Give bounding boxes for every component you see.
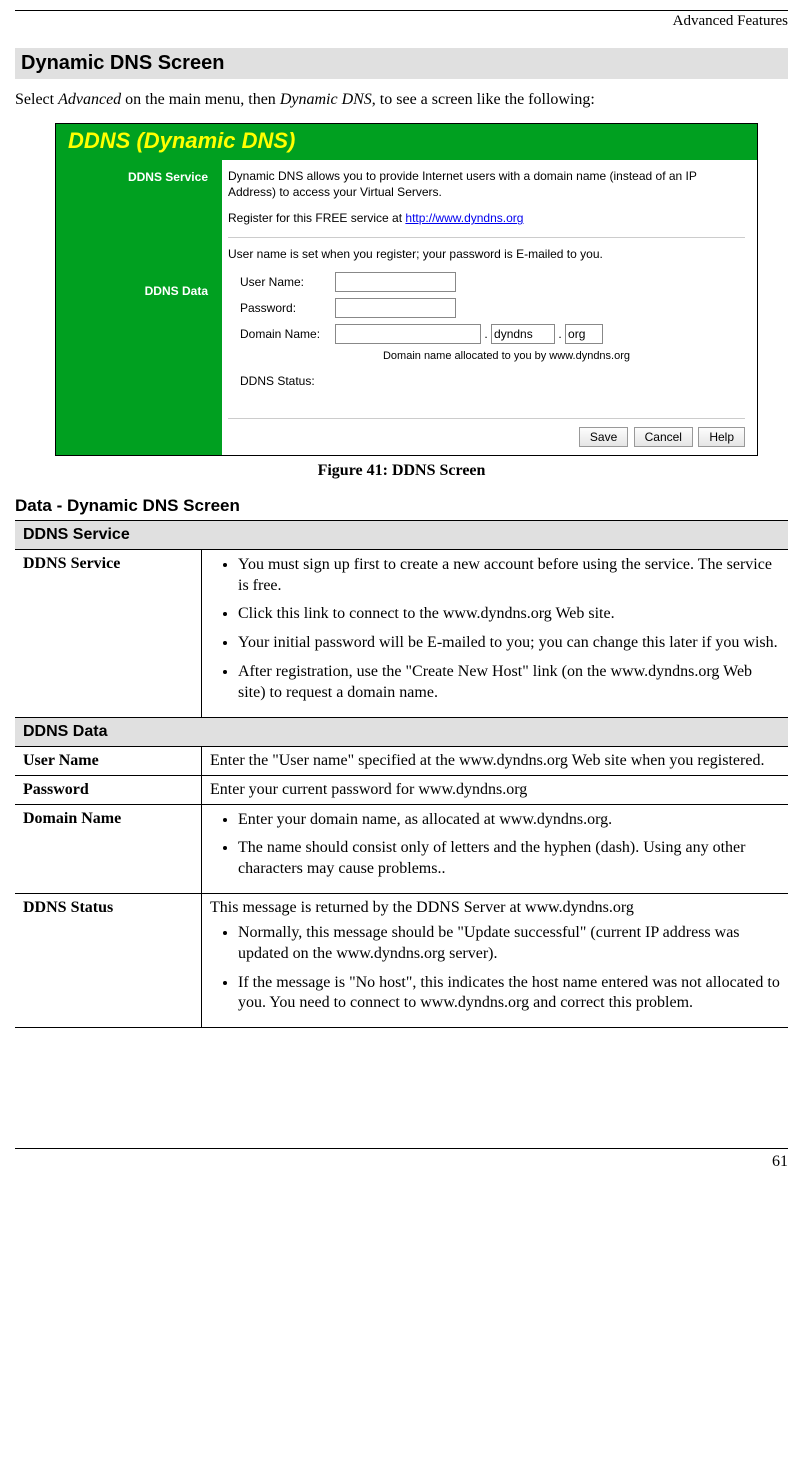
dot1: . [481, 327, 491, 341]
ddns-screenshot: DDNS (Dynamic DNS) DDNS Service DDNS Dat… [55, 123, 758, 456]
table-header-service: DDNS Service [15, 520, 788, 549]
screenshot-panel: Dynamic DNS allows you to provide Intern… [222, 160, 757, 455]
screenshot-sidebar: DDNS Service DDNS Data [56, 160, 222, 455]
intro-post: , to see a screen like the following: [372, 91, 595, 108]
page-number: 61 [772, 1153, 788, 1170]
cell-label-username: User Name [15, 746, 202, 775]
cell-label-status: DDNS Status [15, 893, 202, 1027]
table-header-data: DDNS Data [15, 717, 788, 746]
intro-em2: Dynamic DNS [280, 91, 372, 108]
bullet-r1-3: Your initial password will be E-mailed t… [238, 633, 780, 654]
bullet-r1-2: Click this link to connect to the www.dy… [238, 604, 780, 625]
cell-content-status: This message is returned by the DDNS Ser… [202, 893, 789, 1027]
desc-line-2-pre: Register for this FREE service at [228, 211, 405, 225]
domain-input-2[interactable] [491, 324, 555, 344]
label-password: Password: [240, 301, 335, 315]
dyndns-link[interactable]: http://www.dyndns.org [405, 211, 523, 225]
screenshot-titlebar: DDNS (Dynamic DNS) [56, 124, 757, 160]
data-table: DDNS Service DDNS Service You must sign … [15, 520, 788, 1028]
chapter-title: Advanced Features [673, 13, 788, 29]
divider [228, 237, 745, 238]
intro-paragraph: Select Advanced on the main menu, then D… [15, 91, 788, 109]
domain-caption: Domain name allocated to you by www.dynd… [228, 350, 745, 362]
intro-pre: Select [15, 91, 58, 108]
desc-line-2: Register for this FREE service at http:/… [228, 210, 745, 226]
cell-content-username: Enter the "User name" specified at the w… [202, 746, 789, 775]
desc-line-3: User name is set when you register; your… [228, 246, 745, 262]
label-domain-name: Domain Name: [240, 327, 335, 341]
password-input[interactable] [335, 298, 456, 318]
cell-label-domain: Domain Name [15, 804, 202, 893]
domain-input-1[interactable] [335, 324, 481, 344]
label-ddns-status: DDNS Status: [240, 374, 335, 388]
bullet-r4-2: The name should consist only of letters … [238, 838, 780, 880]
cell-content-domain: Enter your domain name, as allocated at … [202, 804, 789, 893]
table-row-service: DDNS Service You must sign up first to c… [15, 549, 788, 717]
dot2: . [555, 327, 565, 341]
domain-input-3[interactable] [565, 324, 603, 344]
help-button[interactable]: Help [698, 427, 745, 447]
sidebar-label-service: DDNS Service [56, 170, 214, 184]
cell-content-password: Enter your current password for www.dynd… [202, 775, 789, 804]
subsection-heading: Data - Dynamic DNS Screen [15, 496, 788, 516]
bullet-r5-1: Normally, this message should be "Update… [238, 923, 780, 965]
page-header: Advanced Features [15, 10, 788, 30]
bullet-r5-2: If the message is "No host", this indica… [238, 973, 780, 1015]
section-heading: Dynamic DNS Screen [15, 48, 788, 79]
label-user-name: User Name: [240, 275, 335, 289]
user-name-input[interactable] [335, 272, 456, 292]
bullet-r1-1: You must sign up first to create a new a… [238, 555, 780, 597]
screenshot-title: DDNS (Dynamic DNS) [68, 128, 295, 153]
cell-content-ddns-service: You must sign up first to create a new a… [202, 549, 789, 717]
intro-em1: Advanced [58, 91, 121, 108]
cancel-button[interactable]: Cancel [634, 427, 693, 447]
save-button[interactable]: Save [579, 427, 628, 447]
desc-line-1: Dynamic DNS allows you to provide Intern… [228, 168, 745, 200]
cell-label-ddns-service: DDNS Service [15, 549, 202, 717]
bullet-r4-1: Enter your domain name, as allocated at … [238, 810, 780, 831]
table-row-password: Password Enter your current password for… [15, 775, 788, 804]
bullet-r1-4: After registration, use the "Create New … [238, 662, 780, 704]
table-row-username: User Name Enter the "User name" specifie… [15, 746, 788, 775]
sidebar-label-data: DDNS Data [56, 284, 214, 298]
figure-caption: Figure 41: DDNS Screen [15, 462, 788, 480]
cell-label-password: Password [15, 775, 202, 804]
header-ddns-data: DDNS Data [15, 717, 788, 746]
table-row-domain: Domain Name Enter your domain name, as a… [15, 804, 788, 893]
header-ddns-service: DDNS Service [15, 520, 788, 549]
table-row-status: DDNS Status This message is returned by … [15, 893, 788, 1027]
status-intro: This message is returned by the DDNS Ser… [210, 899, 780, 917]
page-footer: 61 [15, 1148, 788, 1171]
button-bar: Save Cancel Help [228, 418, 745, 447]
intro-mid: on the main menu, then [121, 91, 280, 108]
